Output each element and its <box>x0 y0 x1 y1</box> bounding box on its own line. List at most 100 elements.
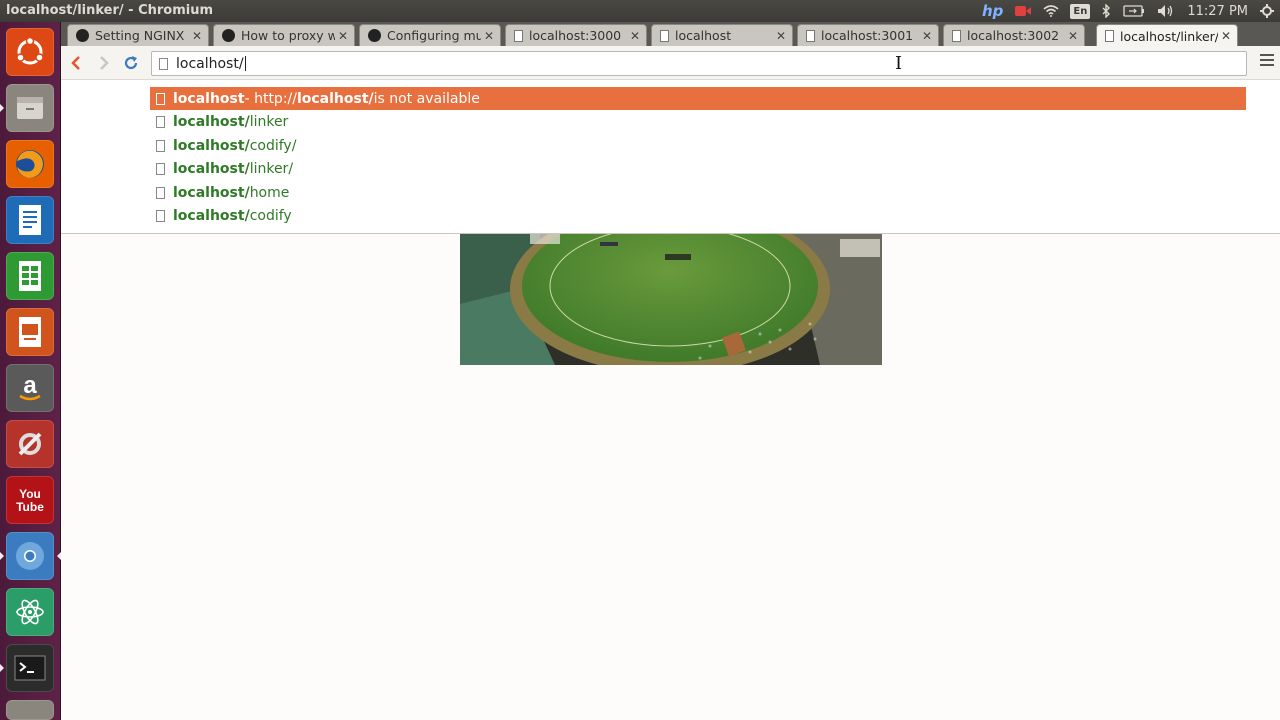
tab-label: localhost:3002 <box>967 28 1060 43</box>
svg-text:You: You <box>19 487 41 501</box>
files-icon[interactable] <box>0 84 54 132</box>
suggestion-item[interactable]: localhost - http://localhost/ is not ava… <box>150 87 1246 110</box>
ubuntu-dash-icon[interactable] <box>6 28 54 76</box>
tab-localhost-3001[interactable]: localhost:3001 ✕ <box>797 24 939 46</box>
tab-label: localhost/linker/ <box>1120 28 1218 44</box>
volume-icon[interactable] <box>1151 0 1181 22</box>
hamburger-menu-icon[interactable] <box>1260 54 1274 68</box>
running-indicator <box>0 552 4 560</box>
tab-setting-nginx[interactable]: Setting NGINX a ✕ <box>67 24 209 46</box>
tab-localhost[interactable]: localhost ✕ <box>651 24 793 46</box>
clock[interactable]: 11:27 PM <box>1181 0 1254 22</box>
suggestion-match: localhost/ <box>173 160 250 177</box>
browser-toolbar: localhost/ I <box>61 46 1280 80</box>
suggestion-rest: codify <box>249 207 292 224</box>
close-icon[interactable]: ✕ <box>481 29 497 43</box>
suggestion-rest: codify/ <box>249 137 297 154</box>
github-icon <box>368 29 381 42</box>
page-icon <box>156 209 165 222</box>
forward-arrow-icon[interactable] <box>93 52 115 74</box>
reload-icon[interactable] <box>120 52 142 74</box>
suggestion-match: localhost/ <box>173 207 250 224</box>
settings-gear-icon[interactable] <box>1254 0 1280 22</box>
chromium-icon[interactable] <box>0 532 61 580</box>
github-icon <box>222 29 235 42</box>
suggestion-match: localhost/ <box>173 184 250 201</box>
close-icon[interactable]: ✕ <box>1218 29 1234 43</box>
ibeam-cursor-icon: I <box>895 53 903 74</box>
system-settings-icon[interactable] <box>6 420 54 468</box>
suggestion-match: localhost/ <box>173 113 250 130</box>
github-icon <box>76 29 89 42</box>
page-icon <box>952 29 961 42</box>
page-icon <box>156 92 165 105</box>
trash-icon[interactable] <box>6 700 54 720</box>
back-arrow-icon[interactable] <box>65 52 87 74</box>
system-top-bar: localhost/linker/ - Chromium hp En 11:27… <box>0 0 1280 22</box>
tab-how-to-proxy[interactable]: How to proxy w ✕ <box>213 24 355 46</box>
svg-text:a: a <box>23 372 37 399</box>
tab-label: How to proxy w <box>241 28 335 43</box>
page-icon <box>156 186 165 199</box>
tab-label: Configuring mul <box>387 28 481 43</box>
firefox-icon[interactable] <box>6 140 54 188</box>
tab-localhost-3002[interactable]: localhost:3002 ✕ <box>943 24 1085 46</box>
tab-label: Setting NGINX a <box>95 28 189 43</box>
tab-label: localhost:3000 <box>529 28 622 43</box>
keyboard-icon[interactable]: En <box>1070 3 1091 19</box>
close-icon[interactable]: ✕ <box>773 29 789 43</box>
tab-localhost-3000[interactable]: localhost:3000 ✕ <box>505 24 647 46</box>
page-icon <box>1105 30 1114 42</box>
omnibox-suggestions: localhost - http://localhost/ is not ava… <box>61 80 1280 234</box>
running-indicator <box>0 104 4 112</box>
page-content <box>61 234 1280 720</box>
close-icon[interactable]: ✕ <box>1065 29 1081 43</box>
close-icon[interactable]: ✕ <box>627 29 643 43</box>
tab-label: localhost <box>675 28 732 43</box>
suggestion-rest: linker <box>249 113 289 130</box>
page-icon <box>156 115 165 128</box>
atom-icon[interactable] <box>6 588 54 636</box>
running-indicator <box>0 664 4 672</box>
battery-icon[interactable] <box>1117 0 1151 22</box>
page-icon <box>159 57 168 70</box>
system-tray: hp En 11:27 PM <box>976 0 1280 22</box>
page-icon <box>156 162 165 175</box>
impress-icon[interactable] <box>6 308 54 356</box>
suggestion-item[interactable]: localhost/codify <box>150 204 1246 227</box>
suggestion-item[interactable]: localhost/linker <box>150 110 1246 133</box>
tab-localhost-linker[interactable]: localhost/linker/ ✕ <box>1096 24 1238 47</box>
suggestion-item[interactable]: localhost/home <box>150 181 1246 204</box>
suggestion-match: localhost <box>173 90 245 107</box>
close-icon[interactable]: ✕ <box>919 29 935 43</box>
tab-configuring-mul[interactable]: Configuring mul ✕ <box>359 24 501 46</box>
writer-icon[interactable] <box>6 196 54 244</box>
record-icon[interactable] <box>1009 0 1037 22</box>
omnibox-input[interactable]: localhost/ <box>176 56 244 72</box>
svg-text:Tube: Tube <box>16 500 44 514</box>
tab-label: localhost:3001 <box>821 28 914 43</box>
page-icon <box>156 139 165 152</box>
close-icon[interactable]: ✕ <box>189 29 205 43</box>
close-icon[interactable]: ✕ <box>335 29 351 43</box>
suggestion-item[interactable]: localhost/linker/ <box>150 157 1246 180</box>
tab-strip: Setting NGINX a ✕ How to proxy w ✕ Confi… <box>61 22 1280 47</box>
page-icon <box>514 29 523 42</box>
bluetooth-icon[interactable] <box>1095 0 1117 22</box>
terminal-icon[interactable] <box>0 644 54 692</box>
hp-icon[interactable]: hp <box>976 0 1009 22</box>
suggestion-rest: home <box>249 184 290 201</box>
amazon-icon[interactable]: a <box>6 364 54 412</box>
suggestion-desc-bold: localhost/ <box>296 90 374 107</box>
text-caret <box>244 56 246 71</box>
omnibox[interactable]: localhost/ <box>151 51 1247 76</box>
cricket-stadium-aerial-image <box>460 234 882 365</box>
suggestion-desc-suffix: is not available <box>373 90 480 107</box>
wifi-icon[interactable] <box>1037 0 1065 22</box>
window-title: localhost/linker/ - Chromium <box>6 3 214 18</box>
suggestion-item[interactable]: localhost/codify/ <box>150 134 1246 157</box>
calc-icon[interactable] <box>6 252 54 300</box>
suggestion-match: localhost/ <box>173 137 250 154</box>
youtube-icon[interactable]: You Tube <box>6 476 54 524</box>
page-icon <box>660 29 669 42</box>
